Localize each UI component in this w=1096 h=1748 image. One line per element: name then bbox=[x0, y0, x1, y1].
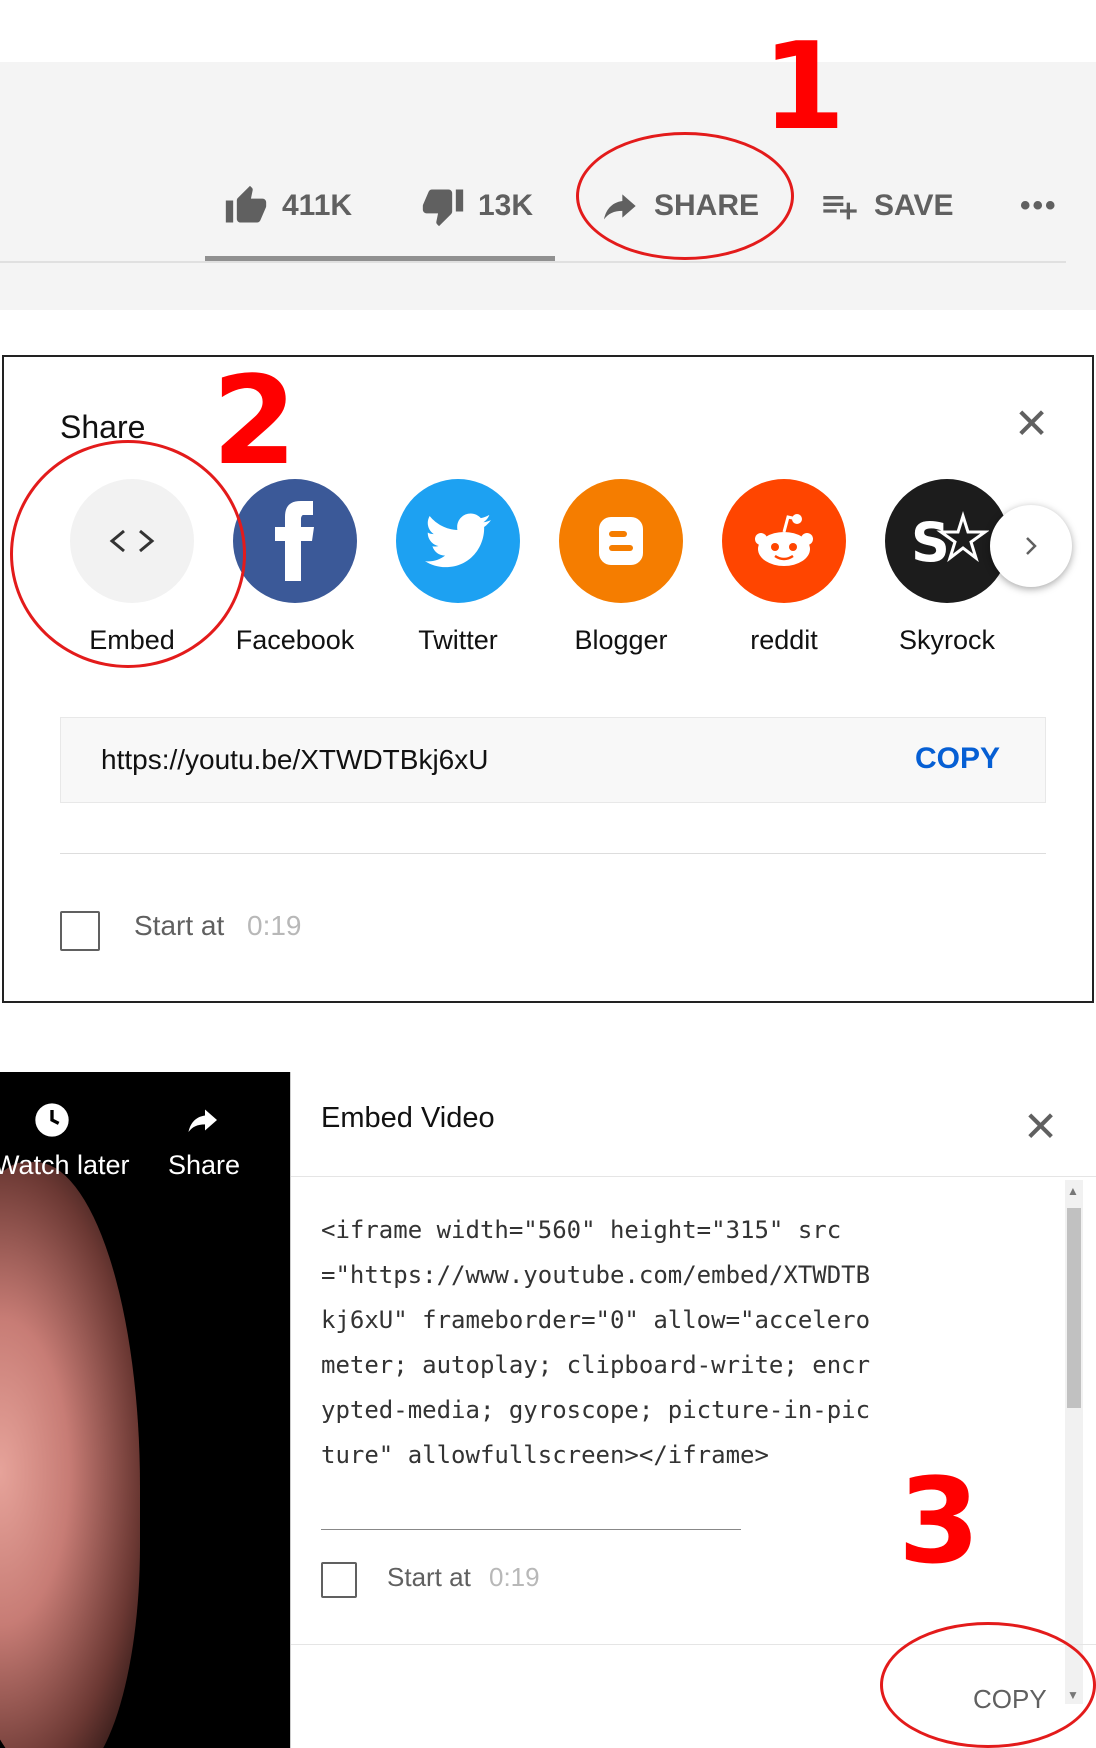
more-actions-button[interactable]: ••• bbox=[1020, 182, 1058, 230]
more-dots-icon: ••• bbox=[1020, 189, 1058, 222]
video-player-preview: Watch later Share bbox=[0, 1072, 290, 1748]
copy-link-button[interactable]: COPY bbox=[915, 742, 1000, 776]
start-at-checkbox[interactable] bbox=[321, 1562, 357, 1598]
divider bbox=[291, 1176, 1096, 1177]
playlist-add-icon bbox=[823, 196, 857, 220]
share-url-text[interactable]: https://youtu.be/XTWDTBkj6xU bbox=[101, 744, 488, 776]
share-target-skyrock[interactable]: S Skyrock bbox=[882, 479, 1012, 656]
start-at-time[interactable]: 0:19 bbox=[489, 1562, 540, 1593]
step-number-1: 1 bbox=[762, 18, 846, 157]
dislike-count: 13K bbox=[478, 189, 534, 222]
facebook-icon bbox=[233, 479, 357, 603]
watch-later-label[interactable]: Watch later bbox=[0, 1150, 130, 1181]
actions-divider bbox=[0, 261, 1066, 263]
highlight-circle-embed bbox=[10, 440, 246, 668]
video-actions-bar: 411K 13K SHARE SAVE ••• bbox=[0, 62, 1096, 310]
thumbs-down-icon bbox=[422, 189, 464, 227]
scroll-up-icon[interactable]: ▲ bbox=[1067, 1184, 1079, 1198]
share-target-facebook[interactable]: Facebook bbox=[230, 479, 360, 656]
textarea-underline bbox=[321, 1529, 741, 1530]
next-services-button[interactable] bbox=[990, 505, 1072, 587]
start-at-time[interactable]: 0:19 bbox=[247, 910, 302, 942]
share-target-reddit[interactable]: reddit bbox=[719, 479, 849, 656]
reddit-icon bbox=[722, 479, 846, 603]
twitter-icon bbox=[396, 479, 520, 603]
chevron-right-icon bbox=[1026, 537, 1037, 555]
step-number-2: 2 bbox=[212, 350, 297, 492]
blogger-icon bbox=[559, 479, 683, 603]
close-icon[interactable]: ✕ bbox=[1023, 1106, 1058, 1148]
svg-text:S: S bbox=[911, 511, 950, 574]
start-at-label: Start at bbox=[387, 1562, 471, 1592]
share-arrow-icon bbox=[188, 1109, 217, 1132]
share-target-label: Facebook bbox=[235, 625, 355, 655]
watch-later-button[interactable] bbox=[32, 1100, 72, 1145]
close-icon[interactable]: ✕ bbox=[1014, 403, 1049, 445]
clock-icon bbox=[35, 1103, 69, 1137]
embed-dialog-title: Embed Video bbox=[321, 1102, 495, 1134]
share-target-blogger[interactable]: Blogger bbox=[556, 479, 686, 656]
highlight-circle-share bbox=[576, 132, 794, 260]
save-label: SAVE bbox=[874, 189, 954, 222]
save-button[interactable]: SAVE bbox=[818, 182, 953, 230]
scrollbar-thumb[interactable] bbox=[1067, 1208, 1081, 1408]
step-number-3: 3 bbox=[898, 1452, 981, 1590]
like-button[interactable]: 411K bbox=[222, 182, 352, 230]
video-frame-image bbox=[0, 1162, 140, 1748]
dislike-button[interactable]: 13K bbox=[420, 182, 533, 230]
like-ratio-bar bbox=[205, 256, 555, 261]
player-share-label[interactable]: Share bbox=[168, 1150, 240, 1181]
start-at-label: Start at bbox=[134, 910, 225, 941]
share-target-label: Blogger bbox=[574, 625, 668, 655]
share-url-field[interactable]: https://youtu.be/XTWDTBkj6xU COPY bbox=[60, 717, 1046, 803]
share-target-label: Twitter bbox=[418, 625, 498, 655]
share-target-label: reddit bbox=[750, 625, 818, 655]
player-share-button[interactable] bbox=[182, 1102, 222, 1143]
start-at-checkbox[interactable] bbox=[60, 911, 100, 951]
highlight-circle-copy bbox=[880, 1622, 1096, 1748]
divider bbox=[60, 853, 1046, 854]
share-target-label: Skyrock bbox=[898, 625, 996, 655]
like-count: 411K bbox=[282, 189, 353, 222]
share-target-twitter[interactable]: Twitter bbox=[393, 479, 523, 656]
embed-code-textarea[interactable]: <iframe width="560" height="315" src="ht… bbox=[321, 1208, 881, 1478]
thumbs-up-icon bbox=[225, 185, 267, 223]
